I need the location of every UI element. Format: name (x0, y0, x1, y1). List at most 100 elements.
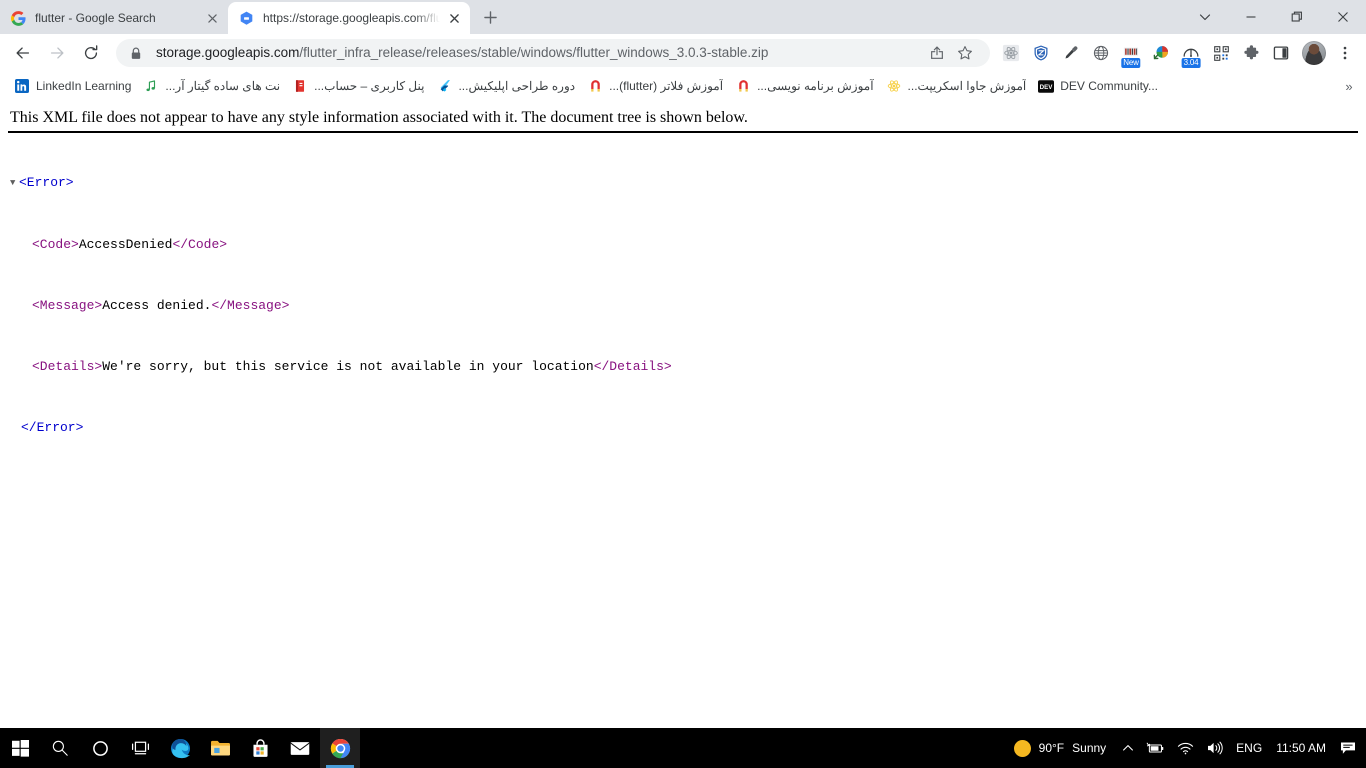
xml-open-tag: <Details> (32, 358, 103, 374)
bookmark-guitar-notes[interactable]: نت های ساده گیتار آر... (137, 75, 286, 97)
new-tab-button[interactable] (476, 3, 504, 31)
zenmate-vpn-shield-icon[interactable] (1027, 39, 1055, 67)
side-panel-icon[interactable] (1267, 39, 1295, 67)
tab-strip: flutter - Google Search https://storage.… (0, 0, 1366, 34)
omnibox-actions (922, 40, 978, 66)
xml-open-tag: <Code> (32, 237, 79, 253)
cortana-icon[interactable] (80, 728, 120, 768)
three-dot-menu-icon[interactable] (1331, 39, 1359, 67)
tab-search-button[interactable] (1182, 0, 1228, 34)
avatar-image (1302, 41, 1326, 65)
bookmark-label: آموزش جاوا اسکریپت... (907, 79, 1027, 93)
bookmarks-overflow-button[interactable]: » (1338, 75, 1360, 97)
react-devtools-icon[interactable] (997, 39, 1025, 67)
horizontal-rule (8, 131, 1358, 133)
tab-storage-googleapis[interactable]: https://storage.googleapis.com/flutter_i… (228, 2, 470, 34)
qr-code-icon[interactable] (1207, 39, 1235, 67)
microsoft-edge-icon[interactable] (160, 728, 200, 768)
show-hidden-icons-button[interactable] (1116, 728, 1140, 768)
bookmark-label: دوره طراحی اپلیکیش... (458, 79, 576, 93)
bookmark-label: DEV Community... (1060, 79, 1159, 93)
bookmark-dev-community[interactable]: DEV DEV Community... (1032, 75, 1164, 97)
search-icon[interactable] (40, 728, 80, 768)
wifi-icon[interactable] (1171, 728, 1200, 768)
url-host: storage.googleapis.com (156, 45, 300, 60)
extension-badge: 3.04 (1181, 58, 1201, 68)
star-icon[interactable] (952, 40, 978, 66)
xml-style-notice: This XML file does not appear to have an… (10, 109, 748, 126)
bookmark-label: نت های ساده گیتار آر... (165, 79, 281, 93)
maximize-button[interactable] (1274, 0, 1320, 34)
minimize-button[interactable] (1228, 0, 1274, 34)
xml-close-tag: </Details> (593, 358, 672, 374)
share-icon[interactable] (924, 40, 950, 66)
volume-icon[interactable] (1200, 728, 1230, 768)
extensions-puzzle-icon[interactable] (1237, 39, 1265, 67)
forward-button[interactable] (43, 39, 71, 67)
speedtest-gauge-icon[interactable]: 3.04 (1177, 39, 1205, 68)
profile-avatar[interactable] (1300, 39, 1328, 67)
bookmark-app-design-course[interactable]: دوره طراحی اپلیکیش... (430, 75, 581, 97)
google-g-icon (10, 10, 26, 26)
weather-temperature: 90°F (1038, 741, 1065, 755)
microsoft-store-icon[interactable] (240, 728, 280, 768)
javascript-atom-icon (886, 78, 902, 94)
back-button[interactable] (9, 39, 37, 67)
bookmark-flutter-tutorial[interactable]: آموزش فلاتر (flutter)... (581, 75, 729, 97)
battery-charging-icon[interactable] (1140, 728, 1171, 768)
file-explorer-icon[interactable] (200, 728, 240, 768)
extension-badge: New (1121, 58, 1141, 68)
xml-close-tag: </Message> (211, 298, 290, 314)
collapse-triangle-icon[interactable]: ▼ (10, 176, 19, 191)
red-book-icon (292, 78, 308, 94)
google-chrome-icon[interactable] (320, 728, 360, 768)
internet-download-manager-icon[interactable] (1147, 39, 1175, 67)
globe-proxy-icon[interactable] (1087, 39, 1115, 67)
close-icon[interactable] (204, 10, 220, 26)
tab-title: https://storage.googleapis.com/flutter_i… (263, 11, 440, 25)
bookmark-user-panel[interactable]: پنل کاربری – حساب... (286, 75, 430, 97)
bookmark-label: LinkedIn Learning (36, 79, 132, 93)
taskbar-spacer (360, 728, 1006, 768)
start-button[interactable] (0, 728, 40, 768)
tab-flutter-google-search[interactable]: flutter - Google Search (0, 2, 228, 34)
weather-widget[interactable]: 90°F Sunny (1006, 739, 1117, 757)
ublock-bars-icon[interactable]: New (1117, 39, 1145, 68)
language-indicator[interactable]: ENG (1230, 728, 1268, 768)
windows-taskbar: 90°F Sunny ENG 11:50 AM (0, 728, 1366, 768)
lock-icon[interactable] (130, 47, 146, 60)
weather-description: Sunny (1072, 741, 1107, 755)
notification-icon[interactable] (1334, 728, 1362, 768)
mail-icon[interactable] (280, 728, 320, 768)
magnet-icon (735, 78, 751, 94)
svg-text:DEV: DEV (1040, 84, 1054, 91)
xml-node-details: <Details>We're sorry, but this service i… (10, 359, 1358, 374)
colorpick-eyedropper-icon[interactable] (1057, 39, 1085, 67)
address-bar[interactable]: storage.googleapis.com/flutter_infra_rel… (116, 39, 990, 67)
xml-document-tree: ▼ <Error> <Code>AccessDenied</Code> <Mess… (8, 145, 1358, 465)
reload-button[interactable] (77, 39, 105, 67)
taskbar-items (0, 728, 360, 768)
xml-root-close-line: </Error> (10, 420, 1358, 435)
bookmark-label: پنل کاربری – حساب... (314, 79, 425, 93)
bookmark-label: آموزش فلاتر (flutter)... (609, 79, 724, 93)
close-button[interactable] (1320, 0, 1366, 34)
clock[interactable]: 11:50 AM (1268, 741, 1334, 755)
page-content: This XML file does not appear to have an… (0, 100, 1366, 728)
window-controls (1182, 0, 1366, 34)
bookmarks-bar: LinkedIn Learning نت های ساده گیتار آر..… (0, 72, 1366, 100)
xml-root-open-line[interactable]: ▼ <Error> (10, 175, 1358, 191)
close-icon[interactable] (446, 10, 462, 26)
bookmark-linkedin-learning[interactable]: LinkedIn Learning (8, 75, 137, 97)
bookmark-programming-tutorial[interactable]: آموزش برنامه نویسی... (729, 75, 879, 97)
extensions-area: New 3.04 (996, 39, 1360, 68)
xml-root-open-tag: <Error> (19, 175, 74, 191)
cloud-storage-icon (238, 10, 254, 26)
task-view-icon[interactable] (120, 728, 160, 768)
xml-node-code: <Code>AccessDenied</Code> (10, 237, 1358, 252)
bookmark-javascript-tutorial[interactable]: آموزش جاوا اسکریپت... (880, 75, 1033, 97)
browser-toolbar: storage.googleapis.com/flutter_infra_rel… (0, 34, 1366, 72)
dev-community-icon: DEV (1038, 78, 1055, 94)
system-tray: 90°F Sunny ENG 11:50 AM (1006, 728, 1366, 768)
xml-open-tag: <Message> (32, 298, 103, 314)
